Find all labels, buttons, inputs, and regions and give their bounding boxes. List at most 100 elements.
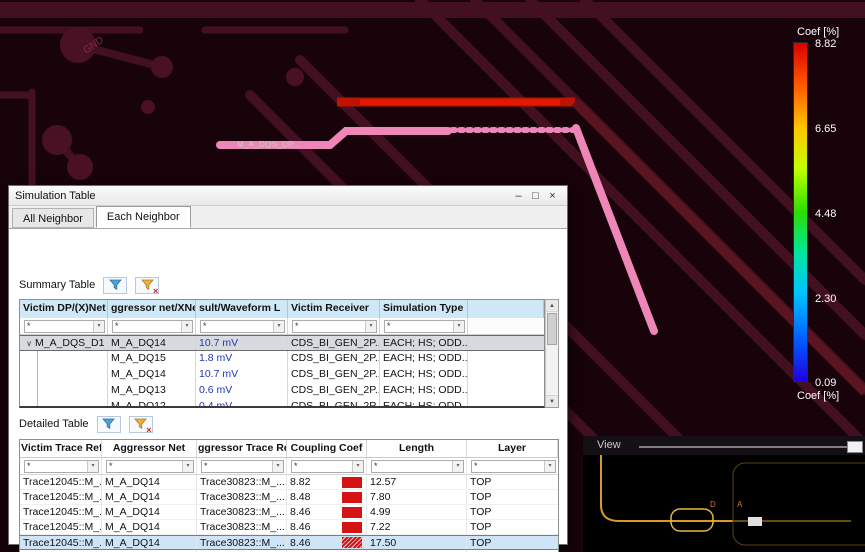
- table-row[interactable]: ∨ M_A_DQS_D1 M_A_DQ14 10.7 mV CDS_BI_GEN_…: [20, 335, 544, 351]
- result-link[interactable]: 0.4 mV: [196, 399, 288, 406]
- filter-row: * ▾ * ▾ * ▾ * ▾ * ▾ * ▾: [20, 458, 558, 475]
- filter-dropdown[interactable]: * ▾: [371, 459, 464, 473]
- funnel-icon: [140, 279, 154, 291]
- summary-vertical-scrollbar[interactable]: ▲ ▼: [545, 299, 559, 408]
- summary-table-label: Summary Table: [19, 279, 96, 291]
- window-titlebar[interactable]: Simulation Table – □ ×: [9, 186, 567, 206]
- coef-color-bar: [342, 491, 362, 503]
- tree-line: [23, 351, 38, 367]
- column-header[interactable]: Layer: [467, 440, 558, 457]
- filter-dropdown[interactable]: * ▾: [384, 319, 465, 333]
- clear-filter-button[interactable]: ×: [128, 415, 153, 434]
- detailed-header-row: Victim Trace Ref Aggressor Net ggressor …: [20, 440, 558, 458]
- filter-dropdown[interactable]: * ▾: [112, 319, 193, 333]
- column-header[interactable]: Victim Trace Ref: [20, 440, 102, 457]
- column-header[interactable]: sult/Waveform L: [196, 300, 288, 318]
- clear-filter-button[interactable]: ×: [135, 276, 160, 296]
- chevron-down-icon: ▾: [272, 460, 283, 472]
- aggressor-net-cell: M_A_DQ15: [108, 351, 196, 367]
- scrollbar-thumb[interactable]: [547, 313, 557, 345]
- summary-header-row: Victim DP/(X)Net ggressor net/XNet sult/…: [20, 300, 544, 318]
- coef-color-bar: [342, 476, 362, 488]
- column-header[interactable]: Aggressor Net: [102, 440, 197, 457]
- tab-each-neighbor[interactable]: Each Neighbor: [95, 206, 191, 228]
- chevron-down-icon: ▾: [87, 460, 98, 472]
- legend-tick: 6.65: [815, 123, 837, 135]
- column-header-filler: [468, 300, 544, 318]
- table-row[interactable]: Trace12045::M_... M_A_DQ14 Trace30823::M…: [20, 505, 558, 520]
- maximize-button[interactable]: □: [527, 190, 544, 202]
- expand-icon[interactable]: ∨: [23, 336, 35, 350]
- simulation-table-window: Simulation Table – □ × All Neighbor Each…: [8, 185, 568, 552]
- legend-tick: 0.09: [815, 377, 837, 389]
- table-row[interactable]: M_A_DQ12 0.4 mV CDS_BI_GEN_2P... EACH; H…: [20, 399, 544, 406]
- view-label: View: [597, 439, 621, 451]
- funnel-icon: [134, 418, 147, 430]
- close-button[interactable]: ×: [544, 190, 561, 202]
- table-row[interactable]: M_A_DQ13 0.6 mV CDS_BI_GEN_2P... EACH; H…: [20, 383, 544, 399]
- receiver-cell: CDS_BI_GEN_2P...: [288, 367, 380, 383]
- legend-tick: 8.82: [815, 38, 837, 50]
- chevron-down-icon: ▾: [182, 460, 193, 472]
- column-header[interactable]: Coupling Coef: [287, 440, 367, 457]
- column-header[interactable]: Simulation Type: [380, 300, 468, 318]
- view-panel-header: View: [583, 436, 865, 455]
- filter-button[interactable]: [103, 276, 128, 294]
- filter-button[interactable]: [96, 415, 121, 433]
- sim-type-cell: EACH; HS; ODD...: [380, 383, 468, 399]
- column-header[interactable]: ggressor net/XNet: [108, 300, 196, 318]
- table-row-selected[interactable]: Trace12045::M_... M_A_DQ14 Trace30823::M…: [20, 535, 558, 550]
- aggressor-net-cell: M_A_DQ12: [108, 399, 196, 406]
- result-link[interactable]: 1.8 mV: [196, 351, 288, 367]
- window-title: Simulation Table: [15, 189, 96, 202]
- filter-dropdown[interactable]: * ▾: [201, 459, 284, 473]
- summary-section-header: Summary Table ×: [19, 276, 160, 296]
- victim-net-cell: M_A_DQS_D1: [35, 337, 105, 349]
- column-header[interactable]: Victim DP/(X)Net: [20, 300, 108, 318]
- scroll-down-icon[interactable]: ▼: [546, 395, 558, 407]
- detailed-table: Victim Trace Ref Aggressor Net ggressor …: [19, 439, 559, 552]
- slider-thumb[interactable]: [847, 441, 863, 453]
- filter-dropdown[interactable]: * ▾: [292, 319, 377, 333]
- filter-row: * ▾ * ▾ * ▾ * ▾ * ▾: [20, 318, 544, 335]
- filter-dropdown[interactable]: * ▾: [24, 319, 105, 333]
- table-row[interactable]: M_A_DQ14 10.7 mV CDS_BI_GEN_2P... EACH; …: [20, 367, 544, 383]
- tab-all-neighbor[interactable]: All Neighbor: [12, 208, 94, 228]
- filter-dropdown[interactable]: * ▾: [106, 459, 194, 473]
- result-link[interactable]: 10.7 mV: [196, 367, 288, 383]
- component-outline: [600, 455, 733, 522]
- table-row[interactable]: Trace12045::M_... M_A_DQ14 Trace30823::M…: [20, 475, 558, 490]
- aggressor-net-cell: M_A_DQ14: [108, 367, 196, 383]
- coef-color-bar: [342, 521, 362, 533]
- chevron-down-icon: ▾: [352, 460, 363, 472]
- summary-table: Victim DP/(X)Net ggressor net/XNet sult/…: [19, 299, 545, 408]
- view-slider[interactable]: [639, 441, 863, 453]
- legend-gradient-bar: [793, 42, 808, 382]
- chevron-down-icon: ▾: [273, 320, 284, 332]
- pin-label-a: A: [737, 500, 743, 509]
- table-row[interactable]: Trace12045::M_... M_A_DQ14 Trace30823::M…: [20, 520, 558, 535]
- result-link[interactable]: 0.6 mV: [196, 383, 288, 399]
- column-header[interactable]: Length: [367, 440, 467, 457]
- filter-dropdown[interactable]: * ▾: [471, 459, 556, 473]
- minimize-button[interactable]: –: [510, 190, 527, 202]
- filter-dropdown[interactable]: * ▾: [24, 459, 99, 473]
- net-name-label: M_A_DQS_DP...: [237, 140, 301, 149]
- dialog-content: Summary Table × Victim DP/(X)Net ggresso…: [9, 229, 567, 552]
- column-header[interactable]: ggressor Trace Ref: [197, 440, 287, 457]
- clear-x-icon: ×: [152, 285, 159, 296]
- table-row[interactable]: Trace12045::M_... M_A_DQ14 Trace30823::M…: [20, 490, 558, 505]
- result-link[interactable]: 10.7 mV: [196, 336, 288, 350]
- detailed-table-label: Detailed Table: [19, 418, 89, 430]
- view-zoom-canvas[interactable]: D A: [583, 455, 865, 552]
- table-row[interactable]: M_A_DQ15 1.8 mV CDS_BI_GEN_2P... EACH; H…: [20, 351, 544, 367]
- tab-bar: All Neighbor Each Neighbor: [9, 206, 567, 229]
- component-outline-dim: [732, 462, 865, 546]
- scroll-up-icon[interactable]: ▲: [546, 300, 558, 312]
- column-header[interactable]: Victim Receiver: [288, 300, 380, 318]
- filter-dropdown[interactable]: * ▾: [291, 459, 364, 473]
- tree-line: [23, 383, 38, 399]
- filter-dropdown[interactable]: * ▾: [200, 319, 285, 333]
- chevron-down-icon: ▾: [93, 320, 104, 332]
- tree-line: [23, 399, 38, 406]
